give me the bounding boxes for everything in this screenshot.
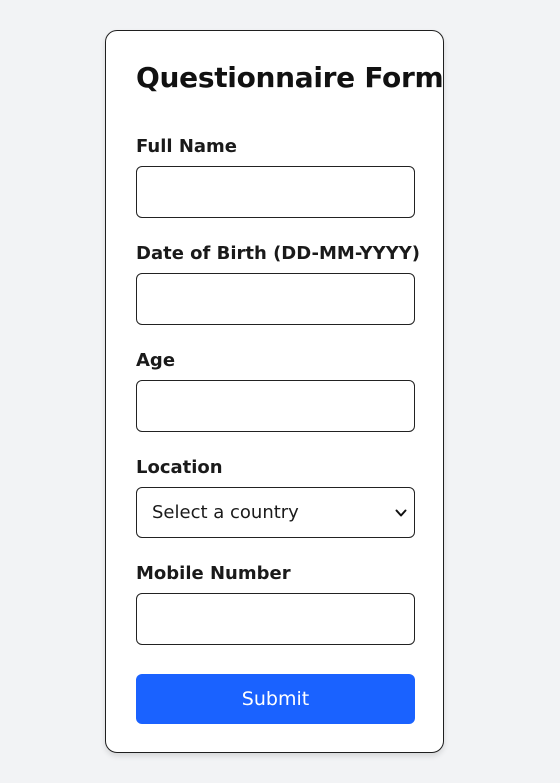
full-name-label: Full Name (136, 136, 237, 157)
location-select-value: Select a country (152, 502, 299, 523)
location-label: Location (136, 457, 223, 478)
date-of-birth-label: Date of Birth (DD-MM-YYYY) (136, 243, 421, 264)
date-of-birth-input[interactable] (136, 273, 415, 325)
age-label: Age (136, 350, 176, 371)
chevron-down-icon (395, 509, 407, 517)
mobile-number-input[interactable] (136, 593, 415, 645)
mobile-number-label: Mobile Number (136, 563, 291, 584)
questionnaire-form-card: Questionnaire Form Full Name Date of Bir… (105, 30, 444, 753)
location-select[interactable]: Select a country (136, 487, 415, 538)
age-input[interactable] (136, 380, 415, 432)
submit-button[interactable]: Submit (136, 674, 415, 724)
full-name-input[interactable] (136, 166, 415, 218)
form-title: Questionnaire Form (136, 61, 444, 94)
